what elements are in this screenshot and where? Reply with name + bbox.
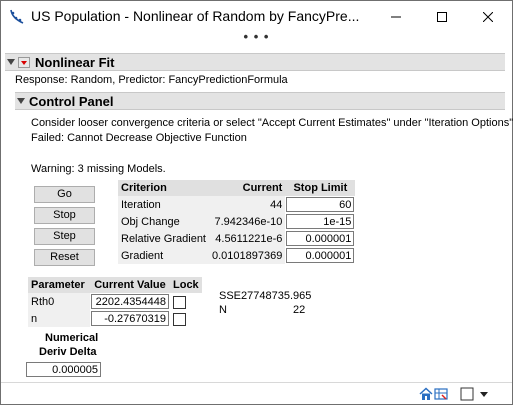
table-row: Relative Gradient 4.5611221e-6 (118, 230, 355, 247)
parameter-header-row: Parameter Current Value Lock (28, 277, 202, 293)
control-panel-header[interactable]: Control Panel (15, 92, 505, 110)
maximize-icon (437, 11, 447, 22)
sse-label: SSE (219, 290, 242, 302)
window-checkbox-icon[interactable] (460, 387, 474, 401)
criterion-column-header: Criterion (118, 180, 209, 196)
minimize-icon (391, 16, 401, 17)
missing-models-warning: Warning: 3 missing Models. (31, 163, 166, 175)
criterion-label: Relative Gradient (118, 230, 209, 247)
criteria-table: Criterion Current Stop Limit Iteration 4… (118, 180, 356, 264)
close-button[interactable] (465, 1, 511, 32)
criterion-current-value: 0.0101897369 (209, 247, 286, 264)
dropdown-arrow-icon[interactable] (479, 387, 489, 401)
control-panel-title: Control Panel (29, 94, 114, 109)
current-value-column-header: Current Value (90, 277, 170, 293)
status-bar (1, 382, 512, 404)
n-label: N (219, 304, 227, 316)
table-row: Gradient 0.0101897369 (118, 247, 355, 264)
lock-column-header: Lock (170, 277, 202, 293)
scatter-plot-app-icon (10, 9, 24, 24)
criterion-current-value: 7.942346e-10 (209, 213, 286, 230)
minimize-button[interactable] (373, 1, 419, 32)
deriv-label-line2: Deriv Delta (39, 346, 97, 358)
criterion-current-value: 44 (209, 196, 286, 213)
criteria-header-row: Criterion Current Stop Limit (118, 180, 356, 196)
table-row: Rth0 (28, 293, 202, 310)
stop-limit-column-header: Stop Limit (285, 180, 356, 196)
title-bar: US Population - Nonlinear of Random by F… (1, 1, 512, 32)
criterion-label: Gradient (118, 247, 209, 264)
parameter-value-input[interactable] (91, 294, 169, 309)
stop-limit-input[interactable] (286, 214, 355, 229)
red-triangle-menu-icon[interactable] (18, 57, 30, 68)
close-icon (483, 11, 493, 22)
maximize-button[interactable] (419, 1, 465, 32)
failure-message: Failed: Cannot Decrease Objective Functi… (31, 132, 247, 144)
lock-checkbox[interactable] (173, 312, 186, 326)
nonlinear-fit-title: Nonlinear Fit (35, 55, 115, 70)
stop-button[interactable]: Stop (34, 207, 95, 224)
table-row: Obj Change 7.942346e-10 (118, 213, 355, 230)
stop-limit-input[interactable] (286, 231, 355, 246)
nonlinear-fit-header[interactable]: Nonlinear Fit (5, 53, 505, 71)
table-row: n (28, 310, 202, 327)
go-button[interactable]: Go (34, 186, 95, 203)
home-icon[interactable] (419, 387, 433, 401)
n-value: 22 (293, 304, 306, 316)
criterion-label: Iteration (118, 196, 209, 213)
parameter-value-input[interactable] (91, 311, 169, 326)
current-column-header: Current (209, 180, 286, 196)
stop-limit-input[interactable] (286, 197, 355, 212)
window-title: US Population - Nonlinear of Random by F… (31, 8, 360, 24)
deriv-label-line1: Numerical (45, 332, 99, 344)
table-icon[interactable] (434, 387, 448, 401)
parameter-table: Parameter Current Value Lock Rth0 n (28, 277, 202, 327)
app-window: US Population - Nonlinear of Random by F… (0, 0, 513, 405)
step-button[interactable]: Step (34, 228, 95, 245)
overflow-dots[interactable]: • • • (1, 30, 512, 45)
sse-value: 27748735.965 (241, 290, 312, 302)
parameter-name: Rth0 (28, 293, 90, 310)
reset-button[interactable]: Reset (34, 249, 95, 266)
convergence-message: Consider looser convergence criteria or … (31, 117, 513, 129)
parameter-column-header: Parameter (28, 277, 90, 293)
response-line: Response: Random, Predictor: FancyPredic… (15, 74, 288, 86)
disclosure-triangle-icon[interactable] (7, 59, 15, 65)
deriv-delta-input[interactable] (26, 362, 101, 377)
criterion-label: Obj Change (118, 213, 209, 230)
table-row: Iteration 44 (118, 196, 355, 213)
lock-checkbox[interactable] (173, 295, 186, 309)
stop-limit-input[interactable] (286, 248, 355, 263)
parameter-name: n (28, 310, 90, 327)
criterion-current-value: 4.5611221e-6 (209, 230, 286, 247)
disclosure-triangle-icon[interactable] (17, 98, 25, 104)
